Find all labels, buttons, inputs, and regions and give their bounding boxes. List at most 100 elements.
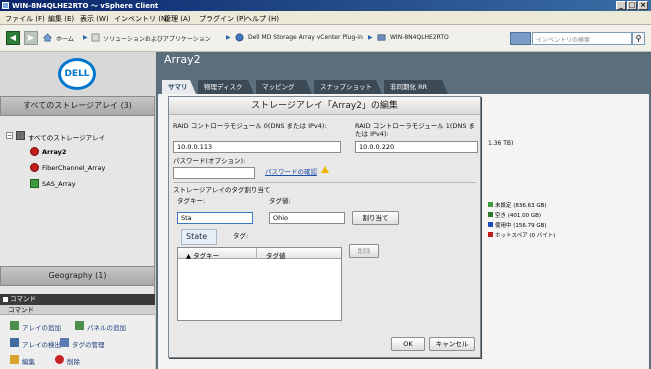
breadcrumb-host[interactable]: WIN-8N4QLHE2RTO xyxy=(390,34,449,41)
manage-tags-link[interactable]: タグの管理 xyxy=(72,339,105,349)
tab-mapping[interactable]: マッピング xyxy=(256,80,312,94)
minimize-button[interactable]: _ xyxy=(616,1,626,10)
tree-item-label: Array2 xyxy=(42,148,67,156)
breadcrumb-home[interactable]: ホーム xyxy=(56,34,74,43)
breadcrumb-separator-2: ▶ xyxy=(226,34,231,41)
menu-view[interactable]: 表示 (W) xyxy=(80,14,109,24)
detect-array-link[interactable]: アレイの検出 xyxy=(22,339,61,349)
tag-key-input[interactable]: Sta xyxy=(177,212,253,224)
search-scope-button[interactable] xyxy=(510,32,531,45)
delete-tag-button[interactable]: 削除 xyxy=(349,244,379,258)
controller1-label: RAID コントローラモジュール 1(DNS または IPv4): xyxy=(355,122,476,138)
column-header-tag-key[interactable]: ▲ タグキー xyxy=(186,250,219,260)
column-separator xyxy=(256,248,257,259)
all-arrays-header[interactable]: すべてのストレージアレイ (3) xyxy=(0,96,155,116)
password-confirm-link[interactable]: パスワードの確認 xyxy=(265,166,317,176)
section-toggle-icon xyxy=(3,297,8,302)
tag-section-label: ストレージアレイのタグ割り当て xyxy=(173,186,271,194)
tree-item-label: SAS_Array xyxy=(42,180,76,188)
cancel-button[interactable]: キャンセル xyxy=(429,337,475,351)
collapse-icon[interactable]: − xyxy=(6,132,13,139)
divider xyxy=(173,182,476,183)
existing-tags-label: タグ: xyxy=(233,232,249,240)
tab-async-rr[interactable]: 非同期化 RR xyxy=(384,80,448,94)
column-header-tag-value[interactable]: タグ値 xyxy=(266,250,286,260)
controller1-input[interactable]: 10.0.0.220 xyxy=(355,141,478,153)
tab-snapshots[interactable]: スナップショット xyxy=(314,80,382,94)
menu-bar: ファイル (F) 編集 (E) 表示 (W) インベントリ (N) 管理 (A)… xyxy=(0,11,651,25)
legend-label: 使用中 (156.79 GB) xyxy=(495,223,547,229)
password-label: パスワード(オプション): xyxy=(173,157,246,165)
menu-edit[interactable]: 編集 (E) xyxy=(48,14,74,24)
page-title: Array2 xyxy=(164,53,201,66)
dialog-title: ストレージアレイ「Array2」の編集 xyxy=(169,97,480,115)
legend-swatch xyxy=(488,222,493,227)
legend-swatch xyxy=(488,232,493,237)
array-tree: − すべてのストレージアレイ Array2 FiberChannel_Array… xyxy=(6,128,151,192)
edit-link[interactable]: 編集 xyxy=(22,356,35,366)
dell-logo: DELL xyxy=(58,58,96,90)
plugin-icon xyxy=(235,33,244,42)
tag-icon xyxy=(60,338,69,347)
breadcrumb-solutions[interactable]: ソリューションおよびアプリケーション xyxy=(103,34,211,43)
tree-item-sas[interactable]: SAS_Array xyxy=(6,176,151,192)
delete-link[interactable]: 削除 xyxy=(67,356,80,366)
maximize-button[interactable]: □ xyxy=(627,1,637,10)
controller0-label: RAID コントローラモジュール 0(DNS または IPv4): xyxy=(173,122,327,130)
add-array-link[interactable]: アレイの追加 xyxy=(22,322,61,332)
search-icon[interactable]: ⚲ xyxy=(632,32,645,45)
commands-section: コマンド コマンド アレイの追加 パネルの追加 アレイの検出 タグの管理 編集 … xyxy=(0,294,155,369)
left-panel: DELL すべてのストレージアレイ (3) − すべてのストレージアレイ Arr… xyxy=(0,52,155,369)
tab-bar: サマリ 物理ディスク マッピング スナップショット 非同期化 RR xyxy=(156,80,651,94)
legend-swatch xyxy=(488,212,493,217)
tree-item-fiberchannel[interactable]: FiberChannel_Array xyxy=(6,160,151,176)
commands-subheader: コマンド xyxy=(0,305,155,315)
commands-title[interactable]: コマンド xyxy=(0,294,155,305)
assign-button[interactable]: 割り当て xyxy=(352,211,399,225)
breadcrumb-separator-1: ▶ xyxy=(83,34,88,41)
menu-plugin[interactable]: プラグイン (P) xyxy=(199,14,246,24)
password-input[interactable] xyxy=(173,167,255,179)
legend-label: 空き (401.00 GB) xyxy=(495,213,542,219)
tag-value-label: タグ値: xyxy=(269,197,291,205)
tag-key-label: タグキー: xyxy=(177,197,206,205)
close-button[interactable]: × xyxy=(638,1,648,10)
add-panel-icon xyxy=(75,321,84,330)
warning-icon xyxy=(321,166,329,173)
back-button[interactable]: ◀ xyxy=(6,31,20,45)
controller0-input[interactable]: 10.0.0.113 xyxy=(173,141,341,153)
error-status-icon xyxy=(30,147,39,156)
legend-label: ホットスペア (0 バイト) xyxy=(495,233,556,239)
geography-header[interactable]: Geography (1) xyxy=(0,266,155,286)
breadcrumb-separator-3: ▶ xyxy=(368,34,373,41)
menu-admin[interactable]: 管理 (A) xyxy=(164,14,190,24)
tag-table-header: ▲ タグキー タグ値 xyxy=(178,248,341,260)
tree-item-array2[interactable]: Array2 xyxy=(6,144,151,160)
navigation-bar: ◀ ▶ ホーム ▶ ソリューションおよびアプリケーション ▶ Dell MD S… xyxy=(0,25,651,52)
inventory-search-input[interactable]: インベントリの検索 xyxy=(532,32,632,45)
ok-status-icon xyxy=(30,179,39,188)
autocomplete-option-state[interactable]: State xyxy=(181,229,217,245)
app-icon xyxy=(2,2,9,9)
tree-root[interactable]: − すべてのストレージアレイ xyxy=(6,128,151,144)
add-panel-link[interactable]: パネルの追加 xyxy=(87,322,126,332)
forward-button[interactable]: ▶ xyxy=(24,31,38,45)
commands-title-label: コマンド xyxy=(10,295,36,303)
tab-summary[interactable]: サマリ xyxy=(162,80,196,94)
breadcrumb-plugin[interactable]: Dell MD Storage Array vCenter Plug-in xyxy=(248,34,363,41)
menu-inventory[interactable]: インベントリ (N) xyxy=(114,14,169,24)
menu-help[interactable]: ヘルプ (H) xyxy=(245,14,279,24)
add-array-icon xyxy=(10,321,19,330)
home-icon[interactable] xyxy=(43,33,52,42)
ok-button[interactable]: OK xyxy=(391,337,425,351)
tree-item-label: FiberChannel_Array xyxy=(42,164,106,172)
error-status-icon xyxy=(30,163,39,172)
tree-root-label: すべてのストレージアレイ xyxy=(28,134,106,142)
window-title-bar: WIN-8N4QLHE2RTO 〜 vSphere Client _ □ × xyxy=(0,0,651,11)
legend-swatch xyxy=(488,202,493,207)
tag-value-input[interactable]: Ohio xyxy=(269,212,345,224)
capacity-text: 1.36 TB) xyxy=(488,140,514,147)
menu-file[interactable]: ファイル (F) xyxy=(5,14,45,24)
tag-table[interactable]: ▲ タグキー タグ値 xyxy=(177,247,342,321)
tab-physical-disks[interactable]: 物理ディスク xyxy=(198,80,254,94)
